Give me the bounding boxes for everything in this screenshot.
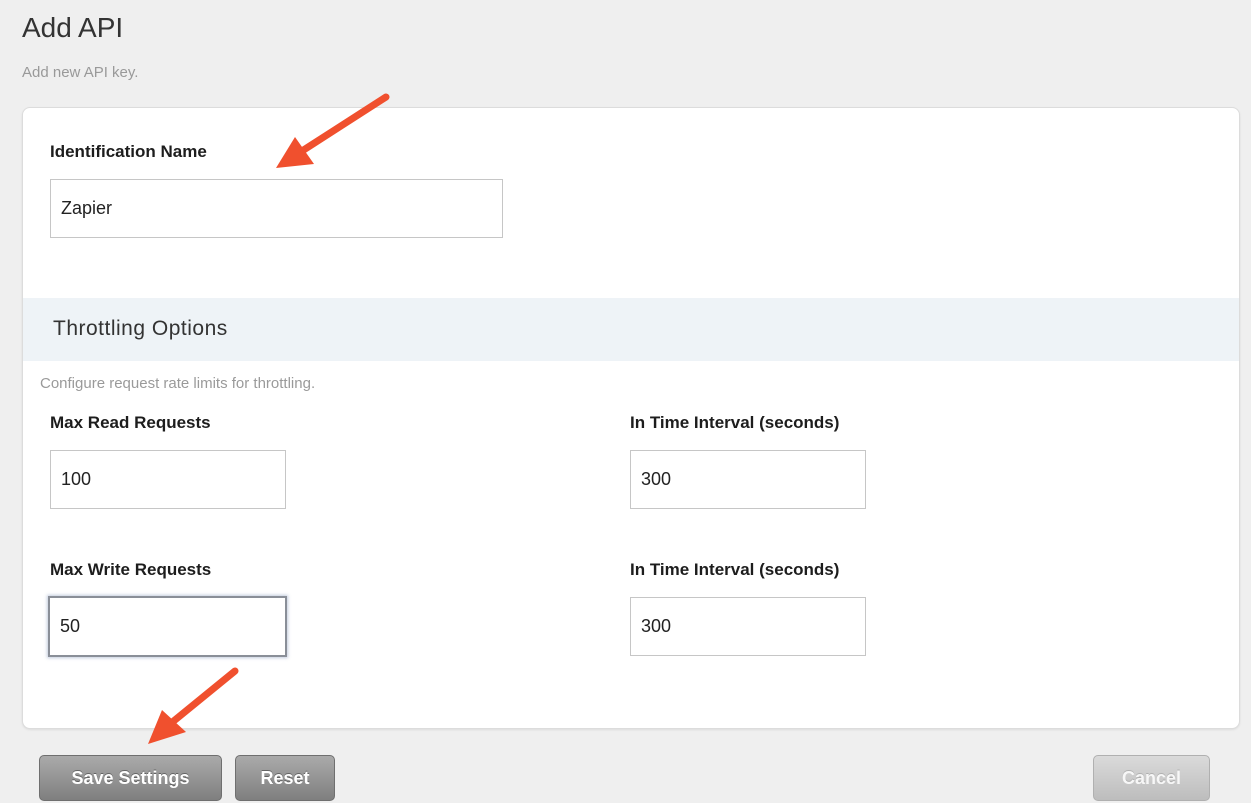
cancel-button[interactable]: Cancel	[1093, 755, 1210, 801]
throttling-section-header: Throttling Options	[23, 298, 1239, 361]
write-interval-label: In Time Interval (seconds)	[630, 560, 840, 579]
reset-button[interactable]: Reset	[235, 755, 335, 801]
throttling-section-title: Throttling Options	[53, 317, 228, 340]
throttling-description: Configure request rate limits for thrott…	[40, 375, 316, 392]
max-write-requests-input[interactable]	[48, 596, 287, 657]
page-title: Add API	[22, 12, 124, 43]
max-write-requests-label: Max Write Requests	[50, 560, 212, 579]
identification-name-label: Identification Name	[50, 142, 207, 161]
read-interval-label: In Time Interval (seconds)	[630, 413, 840, 432]
identification-name-input[interactable]	[50, 179, 503, 238]
write-interval-input[interactable]	[630, 597, 866, 656]
read-interval-input[interactable]	[630, 450, 866, 509]
page-subtitle: Add new API key.	[22, 64, 139, 81]
save-settings-button[interactable]: Save Settings	[39, 755, 222, 801]
api-form-panel: Identification Name Throttling Options C…	[22, 107, 1240, 729]
max-read-requests-label: Max Read Requests	[50, 413, 211, 432]
max-read-requests-input[interactable]	[50, 450, 286, 509]
